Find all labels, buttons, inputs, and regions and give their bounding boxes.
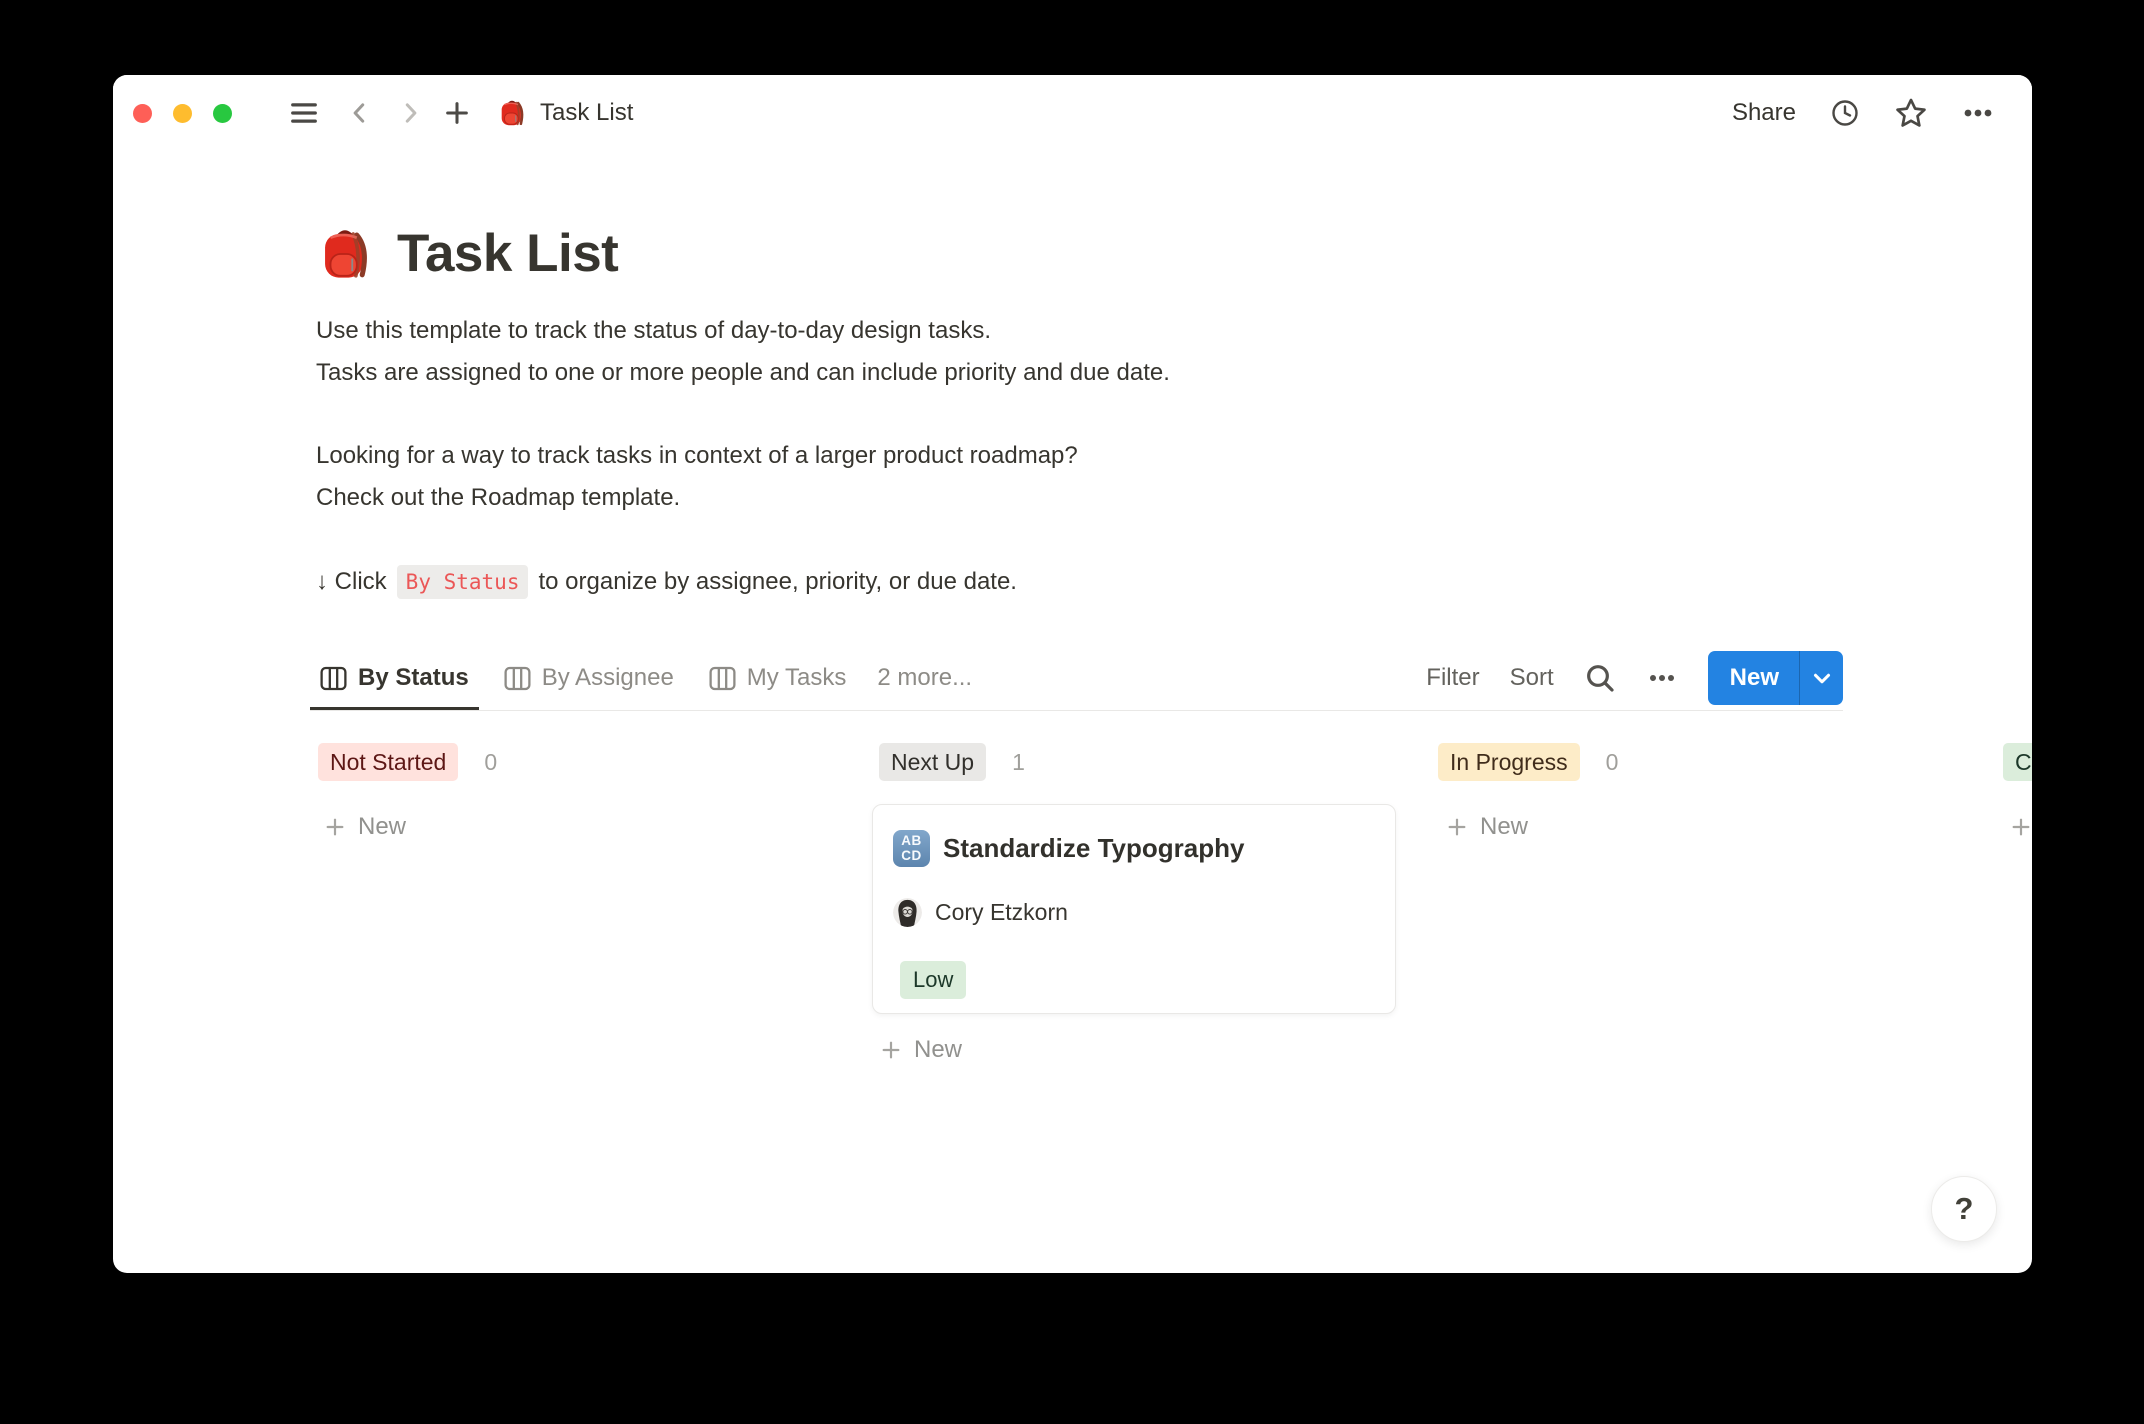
tab-label: By Assignee: [542, 664, 674, 692]
more-options-icon[interactable]: [1962, 97, 1994, 129]
task-card[interactable]: AB CD Standardize Typography: [872, 804, 1396, 1014]
new-button[interactable]: New: [1708, 651, 1843, 705]
history-clock-icon[interactable]: [1830, 98, 1860, 128]
assignee-avatar: [893, 898, 922, 927]
board-column-not-started: Not Started 0 New: [318, 735, 842, 849]
board-view-icon: [320, 665, 347, 692]
status-tag[interactable]: Next Up: [879, 743, 986, 781]
new-item-button[interactable]: New: [1446, 805, 1962, 849]
intro-paragraph: Use this template to track the status of…: [316, 310, 1170, 394]
column-count: 0: [1606, 749, 1619, 776]
tab-label: My Tasks: [747, 664, 847, 692]
abcd-input-letters-icon: AB CD: [893, 830, 930, 867]
column-count: 0: [484, 749, 497, 776]
filter-button[interactable]: Filter: [1426, 664, 1479, 692]
column-header[interactable]: Next Up 1: [872, 743, 1396, 781]
minimize-window-button[interactable]: [173, 104, 192, 123]
view-tabs: By Status By Assignee My Tasks 2 more...: [310, 646, 978, 710]
back-button[interactable]: [347, 100, 373, 126]
new-tab-button[interactable]: [443, 99, 471, 127]
board-view-icon: [709, 665, 736, 692]
page-title[interactable]: Task List: [397, 223, 618, 284]
roadmap-line-2: Check out the Roadmap template.: [316, 477, 1078, 519]
hint-prefix: ↓ Click: [316, 568, 387, 596]
window-topbar: Task List Share: [113, 75, 2032, 151]
intro-line-2: Tasks are assigned to one or more people…: [316, 352, 1170, 394]
hint-code-pill: By Status: [397, 565, 529, 599]
chevron-down-icon[interactable]: [1800, 651, 1843, 705]
sidebar-menu-icon[interactable]: [289, 98, 319, 128]
new-item-button[interactable]: New: [880, 1028, 1396, 1072]
board-column-next-up: Next Up 1 AB CD Standardize Typography: [872, 735, 1396, 1072]
backpack-icon: [497, 98, 527, 128]
plus-icon: [324, 816, 346, 838]
tab-by-assignee[interactable]: By Assignee: [494, 646, 684, 710]
roadmap-paragraph: Looking for a way to track tasks in cont…: [316, 435, 1078, 519]
abcd-icon-line2: CD: [901, 848, 922, 863]
page-header: Task List: [316, 223, 618, 284]
page-backpack-icon[interactable]: [316, 225, 374, 283]
plus-icon: [1446, 816, 1468, 838]
app-window: Task List Share: [113, 75, 2032, 1273]
column-header[interactable]: C: [1999, 743, 2032, 781]
hint-line: ↓ Click By Status to organize by assigne…: [316, 562, 1017, 602]
task-title: Standardize Typography: [943, 833, 1244, 864]
abcd-icon-line1: AB: [901, 833, 922, 848]
plus-icon: [2010, 816, 2032, 838]
column-header[interactable]: Not Started 0: [318, 743, 842, 781]
board-column-truncated: C: [1999, 735, 2032, 849]
status-tag[interactable]: In Progress: [1438, 743, 1580, 781]
status-tag[interactable]: Not Started: [318, 743, 458, 781]
new-item-button[interactable]: [2010, 805, 2032, 849]
views-bar: By Status By Assignee My Tasks 2 more...…: [310, 646, 1843, 711]
close-window-button[interactable]: [133, 104, 152, 123]
intro-line-1: Use this template to track the status of…: [316, 310, 1170, 352]
assignee-name: Cory Etzkorn: [935, 899, 1068, 926]
new-item-label: New: [914, 1036, 962, 1064]
sort-button[interactable]: Sort: [1510, 664, 1554, 692]
column-count: 1: [1012, 749, 1025, 776]
search-icon[interactable]: [1584, 662, 1616, 694]
board-column-in-progress: In Progress 0 New: [1438, 735, 1962, 849]
priority-tag: Low: [900, 961, 966, 999]
breadcrumb-page-title[interactable]: Task List: [540, 99, 633, 127]
new-item-label: New: [358, 813, 406, 841]
forward-button[interactable]: [397, 100, 423, 126]
new-item-button[interactable]: New: [324, 805, 842, 849]
view-toolbar: Filter Sort New: [1426, 646, 1843, 710]
roadmap-line-1: Looking for a way to track tasks in cont…: [316, 435, 1078, 477]
tab-my-tasks[interactable]: My Tasks: [699, 646, 857, 710]
desktop-background: { "topbar": { "title": "Task List", "sha…: [0, 0, 2144, 1424]
tab-by-status[interactable]: By Status: [310, 646, 479, 710]
view-options-ellipsis-icon[interactable]: [1646, 662, 1678, 694]
column-header[interactable]: In Progress 0: [1438, 743, 1962, 781]
new-button-label[interactable]: New: [1708, 651, 1799, 705]
favorite-star-icon[interactable]: [1894, 96, 1928, 130]
new-item-label: New: [1480, 813, 1528, 841]
tab-label: By Status: [358, 664, 469, 692]
more-views-button[interactable]: 2 more...: [871, 646, 978, 710]
board-view-icon: [504, 665, 531, 692]
hint-suffix: to organize by assignee, priority, or du…: [538, 568, 1017, 596]
help-button[interactable]: ?: [1931, 1176, 1997, 1242]
zoom-window-button[interactable]: [213, 104, 232, 123]
plus-icon: [880, 1039, 902, 1061]
status-tag[interactable]: C: [2003, 743, 2032, 781]
share-button[interactable]: Share: [1732, 99, 1796, 127]
